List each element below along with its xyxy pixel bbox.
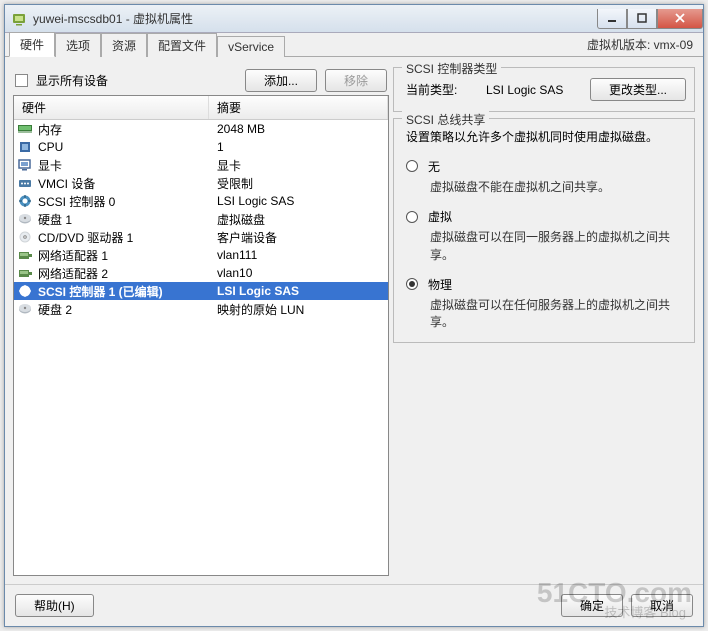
hardware-name: SCSI 控制器 0 (36, 193, 209, 210)
group-title: SCSI 总线共享 (402, 111, 489, 128)
hardware-summary: LSI Logic SAS (209, 194, 388, 208)
radio-0[interactable] (406, 160, 418, 172)
hardware-summary: 映射的原始 LUN (209, 301, 388, 318)
hardware-row[interactable]: CPU1 (14, 138, 388, 156)
radio-label: 物理 (428, 276, 452, 293)
hardware-summary: 受限制 (209, 175, 388, 192)
hardware-summary: LSI Logic SAS (209, 284, 388, 298)
scsi-icon (14, 284, 36, 298)
radio-2[interactable] (406, 278, 418, 290)
radio-label: 虚拟 (428, 208, 452, 225)
disk-icon (14, 212, 36, 226)
hardware-name: CPU (36, 140, 209, 154)
hardware-row[interactable]: 硬盘 2映射的原始 LUN (14, 300, 388, 318)
help-button[interactable]: 帮助(H) (15, 594, 94, 617)
tab-resources[interactable]: 资源 (101, 33, 147, 57)
hardware-row[interactable]: SCSI 控制器 1 (已编辑)LSI Logic SAS (14, 282, 388, 300)
hardware-name: 网络适配器 2 (36, 265, 209, 282)
window-title: yuwei-mscsdb01 - 虚拟机属性 (33, 10, 597, 27)
show-all-checkbox[interactable] (15, 74, 28, 87)
sharing-radio-group: 无虚拟磁盘不能在虚拟机之间共享。虚拟虚拟磁盘可以在同一服务器上的虚拟机之间共享。… (406, 158, 686, 332)
memory-icon (14, 122, 36, 136)
minimize-button[interactable] (597, 9, 627, 29)
left-panel: 显示所有设备 添加... 移除 硬件 摘要 内存2048 MBCPU1显卡显卡V… (13, 65, 389, 576)
change-type-button[interactable]: 更改类型... (590, 78, 686, 101)
window-buttons (597, 9, 703, 29)
col-hardware[interactable]: 硬件 (14, 96, 209, 119)
hardware-list: 硬件 摘要 内存2048 MBCPU1显卡显卡VMCI 设备受限制SCSI 控制… (13, 95, 389, 576)
hardware-row[interactable]: 显卡显卡 (14, 156, 388, 174)
nic-icon (14, 266, 36, 280)
hardware-name: 显卡 (36, 157, 209, 174)
hardware-summary: vlan10 (209, 266, 388, 280)
maximize-button[interactable] (627, 9, 657, 29)
hardware-summary: 显卡 (209, 157, 388, 174)
scsi-bus-sharing-box: SCSI 总线共享 设置策略以允许多个虚拟机同时使用虚拟磁盘。 无虚拟磁盘不能在… (393, 118, 695, 343)
tab-options[interactable]: 选项 (55, 33, 101, 57)
radio-desc: 虚拟磁盘不能在虚拟机之间共享。 (406, 179, 686, 196)
tab-profiles[interactable]: 配置文件 (147, 33, 217, 57)
nic-icon (14, 248, 36, 262)
hardware-row[interactable]: SCSI 控制器 0LSI Logic SAS (14, 192, 388, 210)
scsi-controller-type-box: SCSI 控制器类型 当前类型: LSI Logic SAS 更改类型... (393, 67, 695, 112)
sharing-policy-text: 设置策略以允许多个虚拟机同时使用虚拟磁盘。 (406, 129, 686, 146)
radio-desc: 虚拟磁盘可以在任何服务器上的虚拟机之间共享。 (406, 297, 686, 332)
vm-icon (11, 11, 27, 27)
radio-1[interactable] (406, 211, 418, 223)
tab-vservice[interactable]: vService (217, 36, 285, 57)
hardware-name: SCSI 控制器 1 (已编辑) (36, 283, 209, 300)
hardware-name: 硬盘 1 (36, 211, 209, 228)
add-button[interactable]: 添加... (245, 69, 317, 92)
hardware-name: 内存 (36, 121, 209, 138)
radio-label: 无 (428, 158, 440, 175)
hardware-name: CD/DVD 驱动器 1 (36, 229, 209, 246)
scsi-icon (14, 194, 36, 208)
hardware-summary: 客户端设备 (209, 229, 388, 246)
col-summary[interactable]: 摘要 (209, 96, 388, 119)
hardware-row[interactable]: 内存2048 MB (14, 120, 388, 138)
hardware-row[interactable]: 网络适配器 1vlan111 (14, 246, 388, 264)
hardware-row[interactable]: CD/DVD 驱动器 1客户端设备 (14, 228, 388, 246)
hardware-row[interactable]: VMCI 设备受限制 (14, 174, 388, 192)
dialog-footer: 帮助(H) 确定 取消 (5, 584, 703, 626)
vm-version-label: 虚拟机版本: vmx-09 (587, 36, 693, 56)
cd-icon (14, 230, 36, 244)
cpu-icon (14, 140, 36, 154)
hardware-summary: vlan111 (209, 248, 388, 262)
cancel-button[interactable]: 取消 (631, 594, 693, 617)
hardware-summary: 1 (209, 140, 388, 154)
vm-properties-window: yuwei-mscsdb01 - 虚拟机属性 硬件 选项 资源 配置文件 vSe… (4, 4, 704, 627)
video-icon (14, 158, 36, 172)
right-panel: SCSI 控制器类型 当前类型: LSI Logic SAS 更改类型... S… (393, 65, 695, 576)
hardware-name: 网络适配器 1 (36, 247, 209, 264)
hardware-list-header: 硬件 摘要 (14, 96, 388, 120)
hardware-name: 硬盘 2 (36, 301, 209, 318)
tab-bar: 硬件 选项 资源 配置文件 vService 虚拟机版本: vmx-09 (5, 33, 703, 57)
hardware-name: VMCI 设备 (36, 175, 209, 192)
vmci-icon (14, 176, 36, 190)
remove-button[interactable]: 移除 (325, 69, 387, 92)
hardware-summary: 虚拟磁盘 (209, 211, 388, 228)
show-all-label: 显示所有设备 (36, 72, 108, 89)
hardware-list-body[interactable]: 内存2048 MBCPU1显卡显卡VMCI 设备受限制SCSI 控制器 0LSI… (14, 120, 388, 575)
hardware-row[interactable]: 网络适配器 2vlan10 (14, 264, 388, 282)
content-area: 显示所有设备 添加... 移除 硬件 摘要 内存2048 MBCPU1显卡显卡V… (5, 57, 703, 584)
titlebar: yuwei-mscsdb01 - 虚拟机属性 (5, 5, 703, 33)
disk-icon (14, 302, 36, 316)
tab-hardware[interactable]: 硬件 (9, 32, 55, 57)
left-toolbar: 显示所有设备 添加... 移除 (13, 65, 389, 95)
hardware-summary: 2048 MB (209, 122, 388, 136)
close-button[interactable] (657, 9, 703, 29)
group-title: SCSI 控制器类型 (402, 60, 501, 77)
current-type-label: 当前类型: (406, 81, 472, 98)
current-type-value: LSI Logic SAS (486, 83, 576, 97)
ok-button[interactable]: 确定 (561, 594, 623, 617)
hardware-row[interactable]: 硬盘 1虚拟磁盘 (14, 210, 388, 228)
radio-desc: 虚拟磁盘可以在同一服务器上的虚拟机之间共享。 (406, 229, 686, 264)
